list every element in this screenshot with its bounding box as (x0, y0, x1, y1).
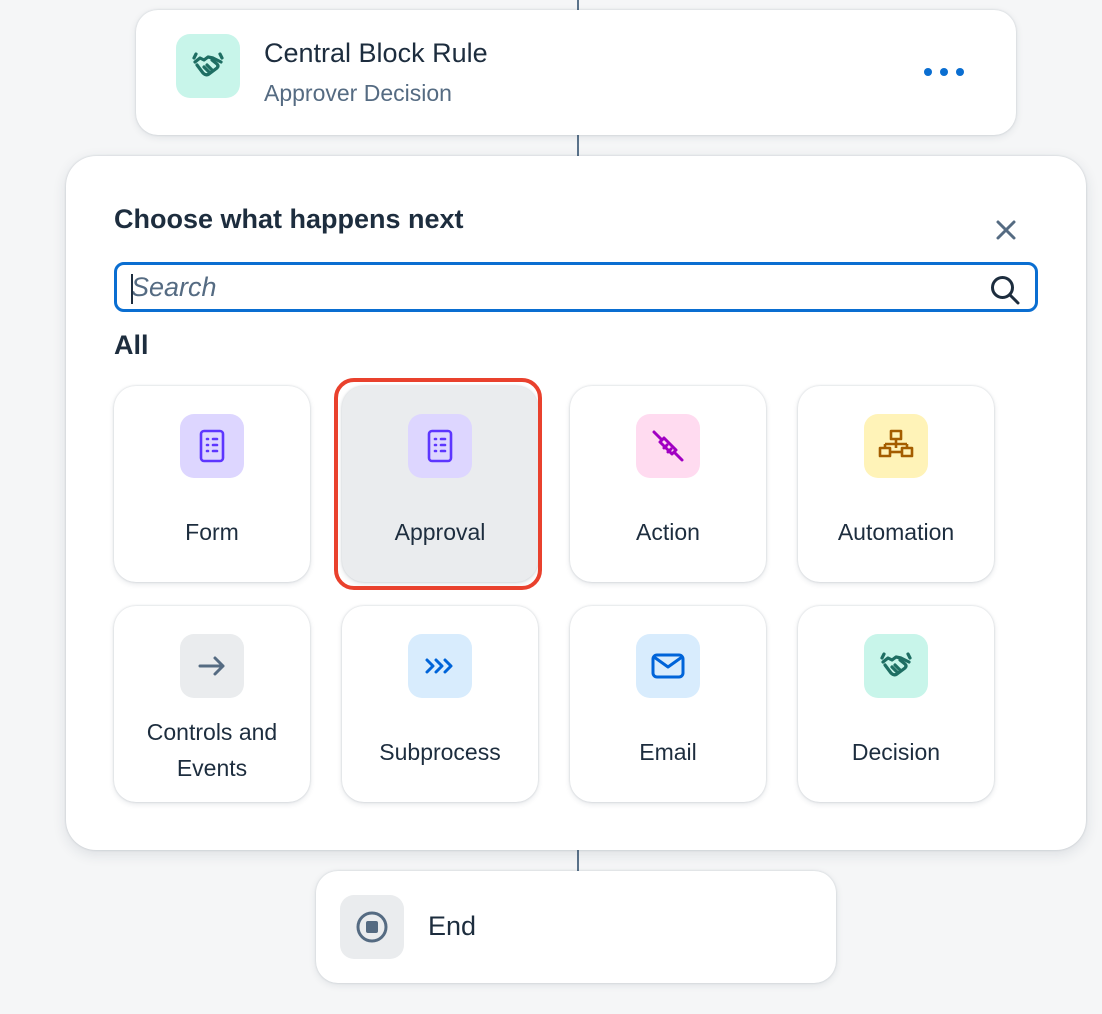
search-field[interactable] (114, 262, 1038, 312)
tile-label: Email (639, 739, 697, 765)
tile-decision[interactable]: Decision (798, 606, 994, 802)
rule-node-title: Central Block Rule (264, 38, 488, 68)
tile-label: Form (185, 519, 239, 545)
close-icon[interactable] (990, 214, 1022, 246)
plug-icon (636, 414, 700, 478)
tile-label: Decision (851, 739, 941, 765)
next-step-panel: Choose what happens next All Form (66, 156, 1086, 850)
text-caret (131, 274, 133, 304)
tile-automation[interactable]: Automation (798, 386, 994, 582)
tile-form[interactable]: Form (114, 386, 310, 582)
end-node-card[interactable]: End (316, 871, 836, 983)
more-dot (940, 68, 948, 76)
arrow-right-icon (180, 634, 244, 698)
tile-label: Automation (837, 519, 955, 545)
search-icon[interactable] (989, 274, 1021, 306)
tile-action[interactable]: Action (570, 386, 766, 582)
more-icon[interactable] (924, 62, 964, 82)
rule-node-subtitle: Approver Decision (264, 80, 452, 106)
email-icon (636, 634, 700, 698)
more-dot (956, 68, 964, 76)
connector-line-top (577, 0, 579, 10)
connector-line-bottom (577, 850, 579, 871)
tile-controls-and-events[interactable]: Controls and Events (114, 606, 310, 802)
tile-label: Action (636, 519, 700, 545)
tile-email[interactable]: Email (570, 606, 766, 802)
stop-icon (340, 895, 404, 959)
org-chart-icon (864, 414, 928, 478)
more-dot (924, 68, 932, 76)
search-input[interactable] (131, 271, 971, 303)
connector-line-middle (577, 135, 579, 156)
tile-approval[interactable]: Approval (342, 386, 538, 582)
tile-subprocess[interactable]: Subprocess (342, 606, 538, 802)
end-node-label: End (428, 911, 477, 941)
form-icon (180, 414, 244, 478)
rule-node-card[interactable]: Central Block Rule Approver Decision (136, 10, 1016, 135)
decision-icon (176, 34, 240, 98)
approval-icon (408, 414, 472, 478)
section-label-all: All (114, 330, 149, 360)
tile-label: Controls and Events (146, 719, 278, 781)
decision-icon (864, 634, 928, 698)
chevrons-icon (408, 634, 472, 698)
tile-label: Subprocess (379, 739, 501, 765)
tile-label: Approval (394, 519, 486, 545)
panel-title: Choose what happens next (114, 204, 464, 234)
